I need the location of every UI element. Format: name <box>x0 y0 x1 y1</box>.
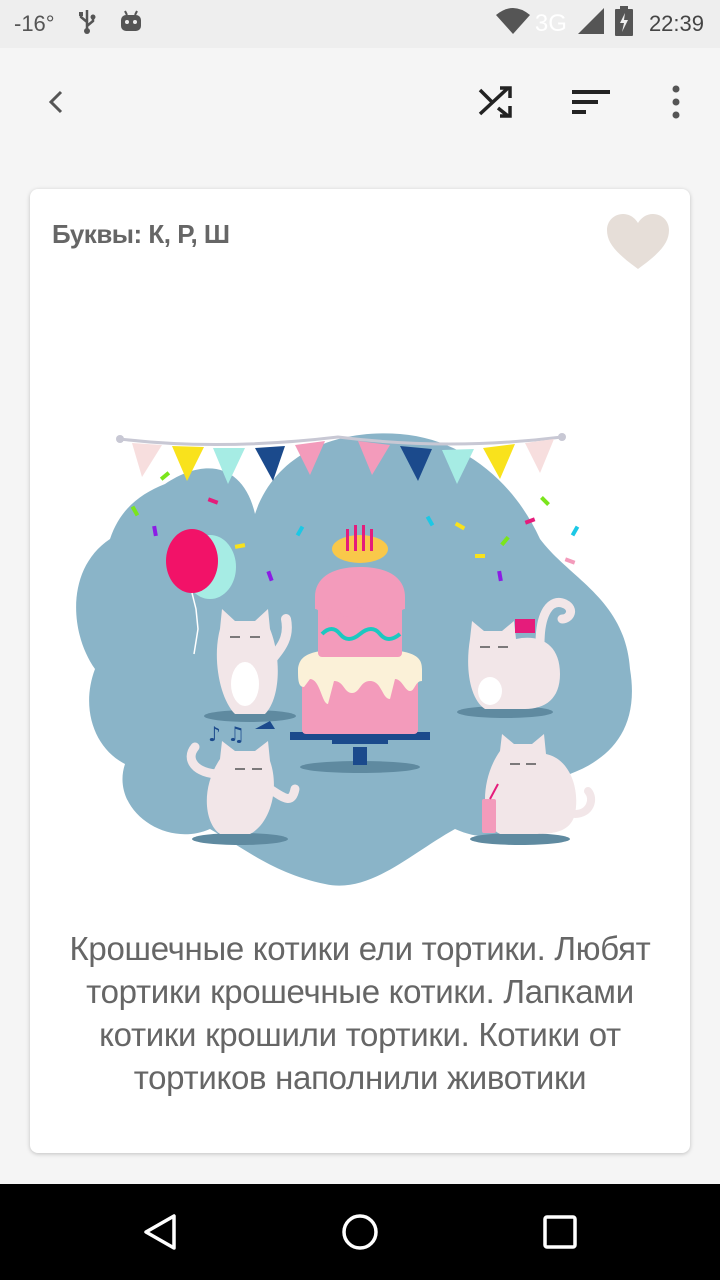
nav-recents-icon <box>542 1214 578 1255</box>
cats-party-illustration: ♪ ♫ <box>70 429 650 889</box>
nav-home-icon <box>340 1212 380 1257</box>
sort-button[interactable] <box>565 78 617 130</box>
navigation-bar <box>0 1184 720 1280</box>
network-text: 3G <box>534 10 567 37</box>
tongue-twister-card: Буквы: К, Р, Ш ♪ ♫ Крошечные котики ели … <box>30 189 690 1153</box>
sort-icon <box>572 88 610 121</box>
more-button[interactable] <box>650 78 702 130</box>
heart-icon <box>606 214 670 275</box>
more-vert-icon <box>671 85 681 124</box>
status-bar: -16° 3G 22:39 <box>0 0 720 48</box>
nav-back-icon <box>142 1213 178 1256</box>
nav-home-button[interactable] <box>334 1208 386 1260</box>
signal-icon <box>577 7 605 41</box>
time-text: 22:39 <box>648 11 704 36</box>
favorite-button[interactable] <box>606 213 670 271</box>
svg-text:♪ ♫: ♪ ♫ <box>208 722 245 746</box>
letters-label: Буквы: К, Р, Ш <box>52 219 230 249</box>
battery-charging-icon <box>614 6 633 42</box>
tongue-twister-text: Крошечные котики ели тортики. Любят торт… <box>69 930 651 1096</box>
wifi-icon <box>495 7 531 41</box>
back-button[interactable] <box>30 78 82 130</box>
app-bar <box>0 48 720 160</box>
shuffle-icon <box>478 85 514 123</box>
shuffle-button[interactable] <box>470 78 522 130</box>
nav-back-button[interactable] <box>134 1208 186 1260</box>
temperature-text: -16° <box>14 11 55 36</box>
usb-icon <box>77 8 97 40</box>
nav-recents-button[interactable] <box>534 1208 586 1260</box>
android-icon <box>119 9 143 39</box>
back-icon <box>46 88 66 121</box>
